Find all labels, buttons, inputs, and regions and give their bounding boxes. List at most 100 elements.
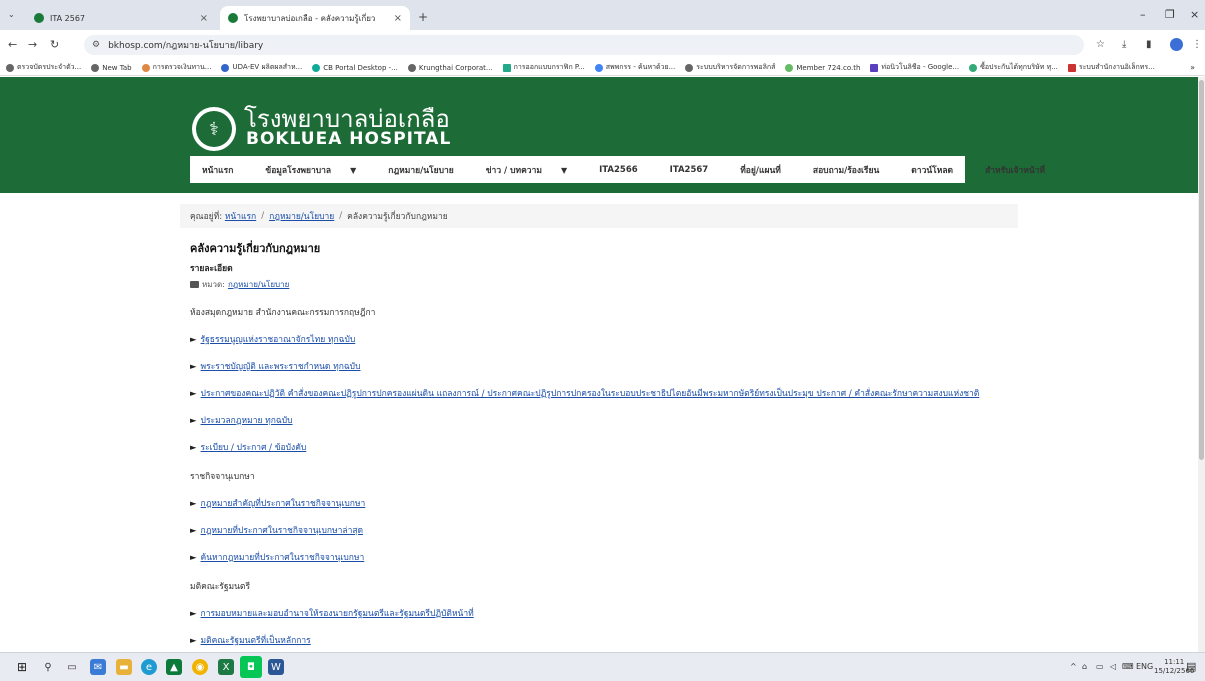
law-link[interactable]: ค้นหากฎหมายที่ประกาศในราชกิจจานุเบกษา: [201, 553, 365, 563]
category-link[interactable]: กฎหมาย/นโยบาย: [228, 278, 289, 291]
bookmark-favicon-icon: [141, 63, 150, 72]
law-link[interactable]: ประกาศของคณะปฏิวัติ คำสั่งของคณะปฏิรูปกา…: [201, 389, 980, 399]
law-link-item: ► การมอบหมายและมอบอำนาจให้รองนายกรัฐมนตรี…: [190, 608, 1030, 620]
breadcrumb-link-law[interactable]: กฎหมาย/นโยบาย: [269, 209, 334, 223]
bookmark-item[interactable]: Krungthai Corporat...: [407, 63, 493, 72]
windows-taskbar: ⊞ ⚲ ▭ ✉ ▬ e ▲ ◉ X ◘ W ^ ⌂ ▭ ◁ ⌨ ENG 11:1…: [0, 652, 1205, 681]
nav-contact[interactable]: สอบถาม/ร้องเรียน: [813, 163, 895, 177]
law-link[interactable]: ประมวลกฎหมาย ทุกฉบับ: [201, 416, 293, 426]
nav-home[interactable]: หน้าแรก: [202, 163, 249, 177]
network-icon[interactable]: ⌂: [1082, 662, 1087, 671]
reload-icon[interactable]: ↻: [50, 38, 59, 51]
bookmark-item[interactable]: ระบบบริหารจัดการพอลิกส์: [685, 62, 775, 73]
browser-menu-icon[interactable]: ⋮: [1192, 39, 1202, 50]
law-link[interactable]: รัฐธรรมนูญแห่งราชอาณาจักรไทย ทุกฉบับ: [201, 335, 356, 345]
bookmark-favicon-icon: [221, 63, 230, 72]
task-view-icon[interactable]: ▭: [64, 659, 80, 675]
bookmark-item[interactable]: สพพกรร - ค้นหาด้วย...: [594, 62, 675, 73]
nav-ita2567[interactable]: ITA2567: [670, 165, 725, 175]
mail-app-icon[interactable]: ✉: [90, 659, 106, 675]
law-link[interactable]: กฎหมายสำคัญที่ประกาศในราชกิจจานุเบกษา: [201, 499, 366, 509]
line-app-icon[interactable]: ◘: [240, 656, 262, 678]
browser-tab-active[interactable]: โรงพยาบาลบ่อเกลือ - คลังความรู้เกี่ยว ×: [220, 6, 410, 30]
bookmarks-overflow-button[interactable]: »: [1190, 63, 1195, 72]
notification-icon[interactable]: ▤: [1186, 660, 1196, 673]
profile-avatar[interactable]: [1170, 38, 1183, 51]
input-language[interactable]: ENG: [1136, 662, 1153, 671]
tray-overflow-icon[interactable]: ^: [1070, 662, 1077, 671]
word-app-icon[interactable]: W: [268, 659, 284, 675]
law-link-item: ► ระเบียบ / ประกาศ / ข้อบังคับ: [190, 442, 1030, 454]
volume-icon[interactable]: ◁: [1110, 662, 1116, 671]
bookmark-item[interactable]: UDA-EV ผลิตผลสำห...: [221, 62, 302, 73]
law-link[interactable]: มติคณะรัฐมนตรีที่เป็นหลักการ: [201, 636, 311, 646]
file-explorer-icon[interactable]: ▬: [116, 659, 132, 675]
bookmark-item[interactable]: ท่อนิวโนลิชือ - Google...: [870, 62, 959, 73]
bookmark-item[interactable]: ตรวจบัตรประจำตัว...: [6, 62, 81, 73]
scrollbar-thumb[interactable]: [1199, 80, 1204, 460]
window-close-icon[interactable]: ×: [1190, 8, 1199, 21]
download-icon[interactable]: ⤓: [1122, 39, 1126, 50]
nav-hospital-info[interactable]: ข้อมูลโรงพยาบาล ▼: [265, 163, 372, 177]
law-link[interactable]: ระเบียบ / ประกาศ / ข้อบังคับ: [201, 443, 307, 453]
category-line: หมวด: กฎหมาย/นโยบาย: [190, 278, 1030, 291]
tab-title: ITA 2567: [50, 13, 85, 23]
nav-download[interactable]: ดาวน์โหลด: [911, 163, 969, 177]
caret-down-icon: ▼: [560, 165, 568, 175]
nav-staff[interactable]: สำหรับเจ้าหน้าที่: [985, 163, 1061, 177]
article-content: คลังความรู้เกี่ยวกับกฎหมาย รายละเอียด หม…: [190, 239, 1030, 652]
breadcrumb-prefix: คุณอยู่ที่:: [190, 212, 223, 222]
side-panel-icon[interactable]: ▮: [1146, 39, 1152, 50]
bookmark-item[interactable]: การออกแบบกราฟิก P...: [502, 62, 585, 73]
minimize-icon[interactable]: –: [1140, 8, 1146, 21]
bookmark-favicon-icon: [685, 63, 694, 72]
breadcrumb: คุณอยู่ที่: หน้าแรก / กฎหมาย/นโยบาย / คล…: [180, 204, 1018, 228]
law-link[interactable]: การมอบหมายและมอบอำนาจให้รองนายกรัฐมนตรีแ…: [201, 609, 474, 619]
site-header: ⚕ โรงพยาบาลบ่อเกลือ BOKLUEA HOSPITAL หน้…: [0, 77, 1198, 193]
triangle-bullet-icon: ►: [190, 389, 197, 399]
back-arrow-icon[interactable]: ←: [8, 38, 17, 51]
tab-search-icon[interactable]: ⌄: [8, 10, 15, 19]
forward-arrow-icon[interactable]: →: [28, 38, 37, 51]
windows-start-icon[interactable]: ⊞: [14, 659, 30, 675]
law-link-item: ► ประมวลกฎหมาย ทุกฉบับ: [190, 415, 1030, 427]
new-tab-plus-icon[interactable]: +: [418, 10, 428, 24]
bookmark-favicon-icon: [785, 63, 794, 72]
bookmark-item[interactable]: CB Portal Desktop -...: [312, 63, 398, 72]
detail-label: รายละเอียด: [190, 264, 233, 274]
breadcrumb-current: คลังความรู้เกี่ยวกับกฎหมาย: [347, 212, 448, 222]
law-link[interactable]: พระราชบัญญัติ และพระราชกำหนด ทุกฉบับ: [201, 362, 361, 372]
bookmark-item[interactable]: New Tab: [91, 63, 132, 72]
law-link-item: ► มติคณะรัฐมนตรีที่เป็นหลักการ: [190, 635, 1030, 647]
breadcrumb-link-home[interactable]: หน้าแรก: [225, 209, 256, 223]
bookmark-item[interactable]: ซื้อประกันได้ทุกบริษัท ทุ...: [969, 62, 1058, 73]
search-icon[interactable]: ⚲: [40, 659, 56, 675]
chrome-browser-icon[interactable]: ◉: [192, 659, 208, 675]
triangle-bullet-icon: ►: [190, 499, 197, 509]
browser-tab-ita2567[interactable]: ITA 2567 ×: [26, 6, 216, 30]
law-link[interactable]: กฎหมายที่ประกาศในราชกิจจานุเบกษาล่าสุด: [201, 526, 364, 536]
bookmark-item[interactable]: Member 724.co.th: [785, 63, 860, 72]
monitor-icon[interactable]: ▭: [1096, 662, 1104, 671]
bookmark-star-icon[interactable]: ☆: [1096, 39, 1105, 50]
keyboard-icon[interactable]: ⌨: [1122, 662, 1134, 671]
tab-close-icon[interactable]: ×: [200, 13, 208, 24]
maximize-icon[interactable]: ❐: [1165, 8, 1175, 21]
nav-law-policy[interactable]: กฎหมาย/นโยบาย: [388, 163, 469, 177]
address-bar-row: ← → ↻ ⚙ bkhosp.com/กฎหมาย-นโยบาย/libary …: [0, 30, 1205, 60]
photo-app-icon[interactable]: ▲: [166, 659, 182, 675]
site-info-icon[interactable]: ⚙: [92, 40, 100, 50]
edge-browser-icon[interactable]: e: [141, 659, 157, 675]
hospital-logo[interactable]: ⚕: [192, 107, 236, 151]
url-input[interactable]: ⚙ bkhosp.com/กฎหมาย-นโยบาย/libary: [84, 35, 1084, 55]
law-link-item: ► กฎหมายสำคัญที่ประกาศในราชกิจจานุเบกษา: [190, 498, 1030, 510]
bookmark-favicon-icon: [969, 63, 978, 72]
bookmark-item[interactable]: ระบบสำนักงานอิเล็กทร...: [1067, 62, 1155, 73]
nav-news[interactable]: ข่าว / บทความ ▼: [486, 163, 583, 177]
nav-ita2566[interactable]: ITA2566: [599, 165, 654, 175]
excel-app-icon[interactable]: X: [218, 659, 234, 675]
tab-close-icon[interactable]: ×: [394, 13, 402, 24]
page-title: คลังความรู้เกี่ยวกับกฎหมาย: [190, 242, 321, 255]
nav-address-map[interactable]: ที่อยู่/แผนที่: [740, 163, 797, 177]
bookmark-item[interactable]: การตรวจเงินทาน...: [141, 62, 211, 73]
